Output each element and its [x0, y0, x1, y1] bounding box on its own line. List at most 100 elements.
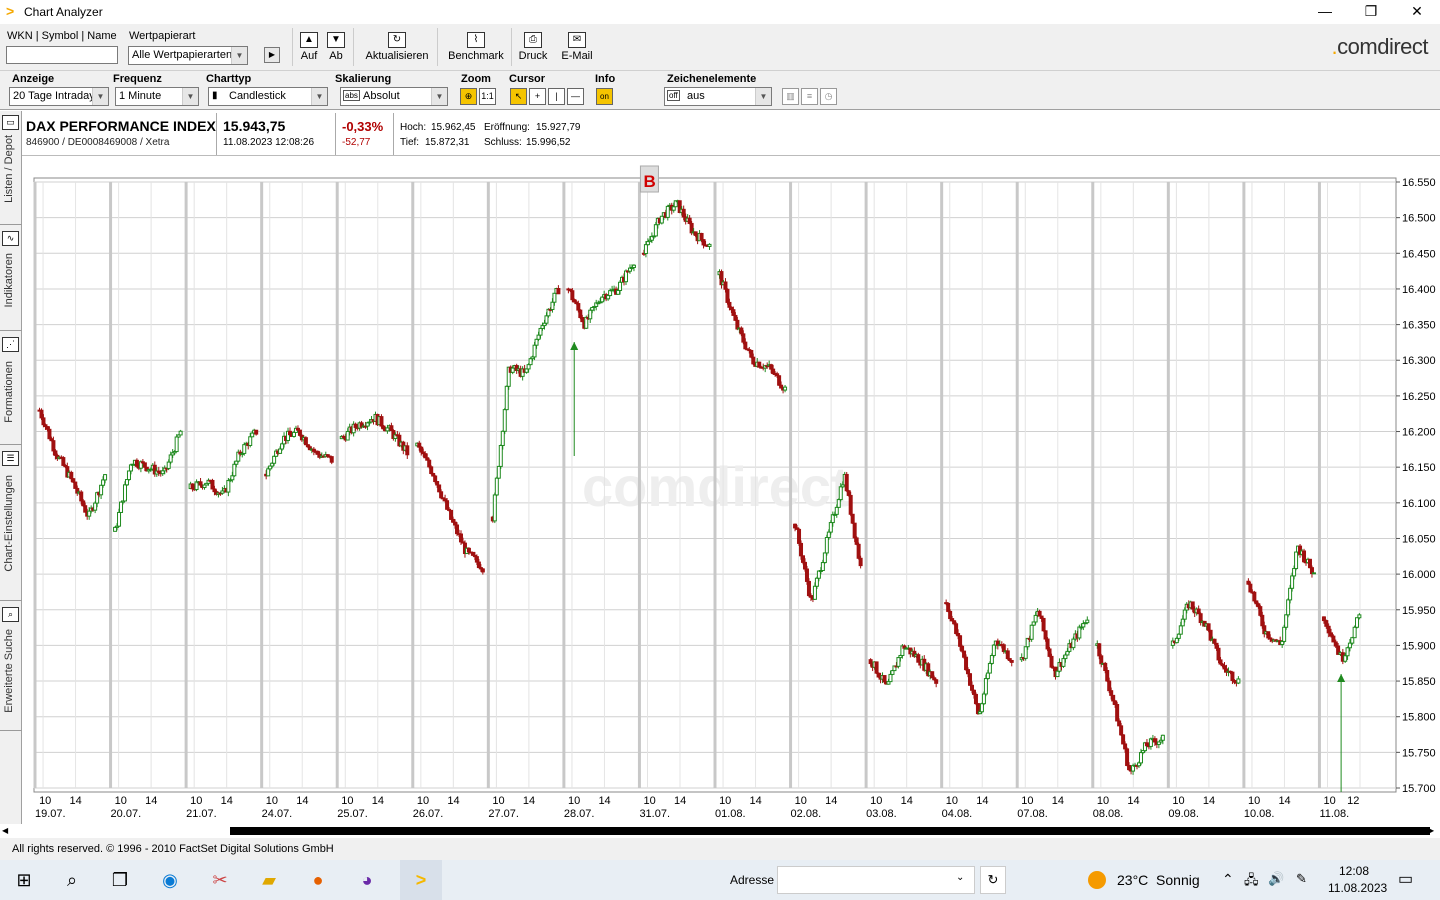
zeichen-select[interactable]: off aus ▼	[664, 87, 772, 106]
close-button[interactable]: ✕	[1394, 0, 1440, 24]
benchmark-button[interactable]: ⌇ Benchmark	[444, 32, 508, 62]
horizontal-line-icon[interactable]: —	[567, 88, 584, 105]
anzeige-select[interactable]: 20 Tage Intraday ▼	[9, 87, 109, 106]
file-explorer-icon[interactable]: ▰	[255, 866, 283, 894]
candle-down	[1190, 601, 1195, 610]
candle-down	[570, 290, 575, 301]
tab-formationen[interactable]: ⋰ Formationen	[0, 331, 22, 445]
refresh-icon[interactable]: ↻	[980, 866, 1006, 894]
candle-down	[476, 561, 481, 569]
candle-down	[190, 483, 195, 490]
candle-up	[987, 662, 992, 674]
x-day-label: 19.07.	[35, 808, 66, 820]
tab-chart-einstellungen[interactable]: ☰ Chart-Einstellungen	[0, 445, 22, 601]
minimize-button[interactable]: —	[1302, 0, 1348, 24]
candle-down	[423, 453, 428, 459]
candle-down	[804, 568, 809, 582]
vertical-line-icon[interactable]: |	[548, 88, 565, 105]
clock-icon[interactable]: ◷	[820, 88, 837, 105]
up-button[interactable]: ▲ Auf	[298, 32, 320, 62]
pointer-icon[interactable]: ↖	[510, 88, 527, 105]
y-tick-label: 16.350	[1402, 320, 1436, 332]
security-type-select[interactable]: Alle Wertpapierarten ▼	[128, 46, 248, 65]
email-label: E-Mail	[561, 50, 593, 62]
app-icon-purple[interactable]: ◕	[353, 866, 381, 894]
candle-down	[971, 689, 976, 695]
candle-down	[1302, 550, 1307, 563]
instrument-ids: 846900 / DE0008469008 / Xetra	[26, 137, 170, 148]
task-view-icon[interactable]: ❐	[106, 866, 134, 894]
info-toggle[interactable]: on	[596, 88, 613, 105]
horizontal-scrollbar[interactable]: ◀ ▶	[0, 824, 1440, 838]
email-button[interactable]: ✉ E-Mail	[558, 32, 596, 62]
edge-icon[interactable]: ◉	[156, 866, 184, 894]
x-hour-label: 14	[1052, 795, 1064, 807]
brand-name: comdirect	[1337, 34, 1428, 59]
close-value: 15.996,52	[526, 137, 571, 148]
charttyp-select[interactable]: ▮ Candlestick ▼	[208, 87, 328, 106]
x-day-label: 08.08.	[1093, 808, 1124, 820]
scroll-thumb[interactable]	[230, 827, 1430, 835]
scroll-right-icon[interactable]: ▶	[1428, 826, 1438, 836]
chevron-down-icon[interactable]: ⌄	[956, 872, 964, 883]
separator	[353, 28, 354, 66]
chevron-up-icon[interactable]: ⌃	[1222, 871, 1234, 888]
candle-up	[1138, 752, 1143, 764]
down-button[interactable]: ▼ Ab	[325, 32, 347, 62]
candle-up	[981, 693, 986, 705]
candle-down	[427, 459, 432, 468]
candle-down	[844, 473, 849, 492]
candle-up	[498, 445, 503, 467]
brand-logo: .comdirect	[1332, 34, 1429, 60]
chart-area[interactable]: 16.550 16.500 16.450 16.400 16.350 16.300 16.2…	[22, 156, 1440, 824]
network-icon[interactable]: 🖧	[1244, 871, 1259, 893]
clock-date[interactable]: 11.08.2023	[1328, 881, 1387, 895]
pen-icon[interactable]: ✎	[1296, 871, 1307, 887]
x-hour-label: 10	[417, 795, 429, 807]
separator	[335, 113, 336, 155]
skalierung-select[interactable]: abs Absolut ▼	[340, 87, 448, 106]
tab-listen-depot[interactable]: ▭ Listen / Depot	[0, 111, 22, 225]
price-timestamp: 11.08.2023 12:08:26	[223, 137, 315, 148]
candle-up	[168, 454, 173, 463]
notification-icon[interactable]: ▭	[1398, 869, 1413, 889]
search-input[interactable]	[6, 46, 118, 64]
search-icon[interactable]: ⌕	[58, 866, 86, 894]
play-icon[interactable]: ▶	[264, 47, 280, 63]
crosshair-icon[interactable]: +	[529, 88, 546, 105]
candle-down	[769, 364, 774, 370]
snipping-tool-icon[interactable]: ✂	[206, 866, 234, 894]
print-button[interactable]: ⎙ Druck	[516, 32, 550, 62]
weather-text[interactable]: 23°C Sonnig	[1117, 872, 1200, 888]
candle-up	[653, 224, 658, 237]
restore-button[interactable]: ❐	[1348, 0, 1394, 24]
candle-down	[739, 327, 744, 335]
chart-analyzer-taskbar-icon[interactable]: >	[400, 860, 442, 900]
news-icon[interactable]: ≡	[801, 88, 818, 105]
address-input[interactable]: ⌄	[777, 866, 975, 894]
candle-up	[178, 430, 183, 436]
tab-erweiterte-suche[interactable]: ⌕ Erweiterte Suche	[0, 601, 22, 731]
candle-up	[896, 657, 901, 667]
candlestick-chart[interactable]: 16.550 16.500 16.450 16.400 16.350 16.300 16.2…	[22, 156, 1440, 824]
candle-up	[643, 244, 648, 255]
windows-start-icon[interactable]: ⊞	[10, 866, 38, 894]
candle-down	[1252, 591, 1257, 602]
tab-indikatoren[interactable]: ∿ Indikatoren	[0, 225, 22, 331]
candle-down	[69, 471, 74, 480]
bar-chart-icon[interactable]: ▥	[782, 88, 799, 105]
candle-up	[87, 510, 92, 517]
frequenz-select[interactable]: 1 Minute ▼	[115, 87, 199, 106]
volume-icon[interactable]: 🔊	[1268, 871, 1284, 887]
separator	[437, 28, 438, 66]
clock-time[interactable]: 12:08	[1339, 864, 1369, 878]
zoom-reset-button[interactable]: 1:1	[479, 88, 496, 105]
refresh-button[interactable]: ↻ Aktualisieren	[360, 32, 434, 62]
candle-up	[618, 281, 623, 291]
x-hour-label: 14	[221, 795, 233, 807]
candle-down	[1218, 659, 1223, 665]
x-hour-label: 14	[674, 795, 686, 807]
scroll-left-icon[interactable]: ◀	[2, 826, 12, 836]
firefox-icon[interactable]: ●	[304, 866, 332, 894]
zoom-icon[interactable]: ⊕	[460, 88, 477, 105]
